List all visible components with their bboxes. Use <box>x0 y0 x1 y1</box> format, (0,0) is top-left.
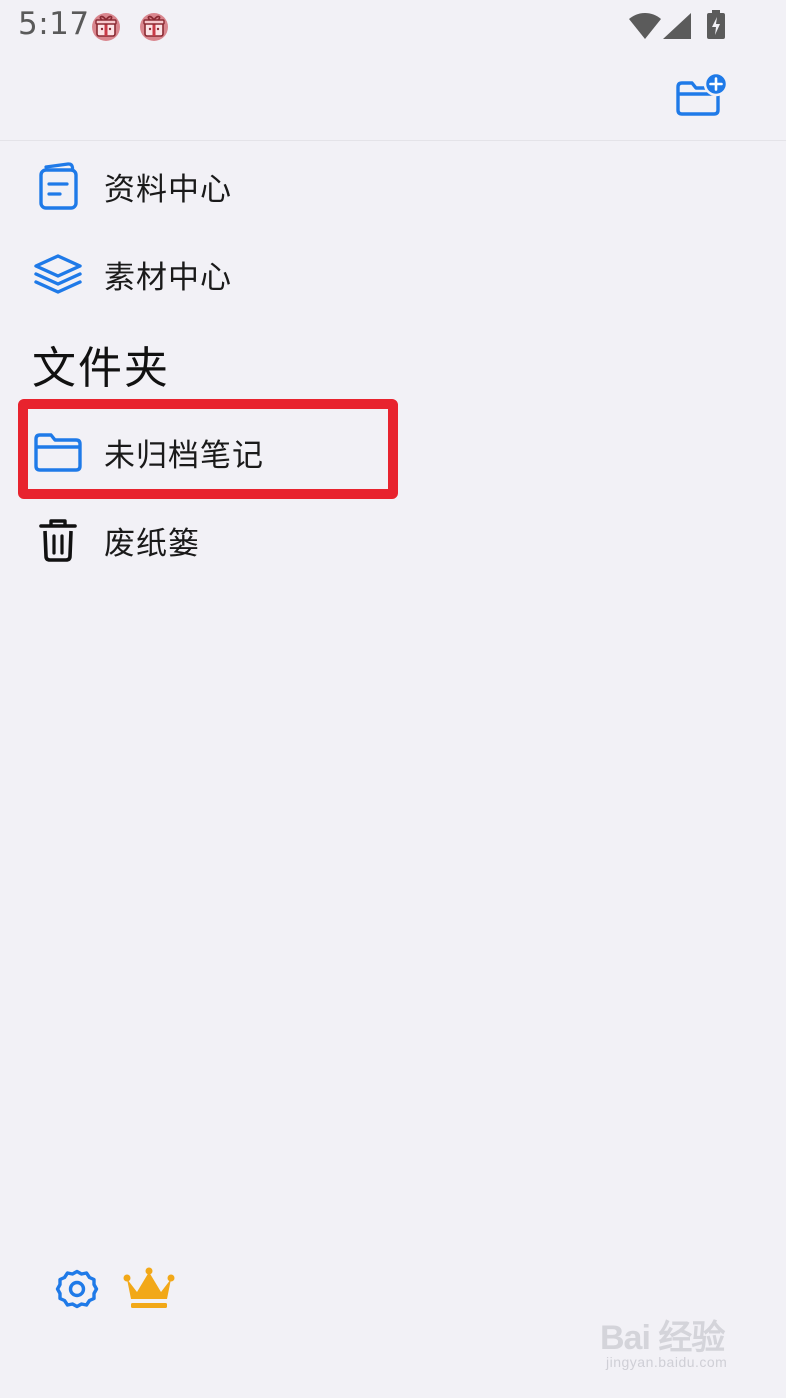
folder-item-label: 废纸篓 <box>104 525 200 562</box>
layers-icon <box>32 248 84 300</box>
baidu-jingyan-watermark: Bai 经验 jingyan.baidu.com <box>600 1310 770 1380</box>
nav-item-resource-center[interactable]: 资料中心 <box>0 146 786 226</box>
vip-button[interactable] <box>122 1266 176 1312</box>
crown-icon <box>123 1267 175 1308</box>
gift-icon <box>138 10 170 42</box>
status-time: 5:17 <box>18 6 90 42</box>
watermark-brand: Bai 经验 <box>600 1319 725 1357</box>
wifi-icon <box>628 12 662 44</box>
new-folder-button[interactable] <box>674 71 730 122</box>
header-divider <box>0 140 786 141</box>
settings-icon <box>55 1269 99 1309</box>
battery-charging-icon <box>706 10 726 44</box>
trash-icon <box>32 514 84 566</box>
nav-item-material-center[interactable]: 素材中心 <box>0 234 786 314</box>
folder-plus-icon <box>676 71 729 116</box>
signal-icon <box>662 12 692 44</box>
folder-icon <box>32 426 84 478</box>
folder-item-unarchived-notes[interactable]: 未归档笔记 <box>0 412 786 492</box>
watermark-url: jingyan.baidu.com <box>606 1354 728 1370</box>
document-icon <box>32 160 84 212</box>
nav-item-label: 素材中心 <box>104 259 232 296</box>
gift-icon <box>90 10 122 42</box>
folder-item-trash[interactable]: 废纸篓 <box>0 500 786 580</box>
folders-section-title: 文件夹 <box>32 343 170 394</box>
settings-button[interactable] <box>54 1266 100 1312</box>
status-bar: 5:17 <box>0 0 786 56</box>
folder-item-label: 未归档笔记 <box>104 437 264 474</box>
nav-item-label: 资料中心 <box>104 171 232 208</box>
